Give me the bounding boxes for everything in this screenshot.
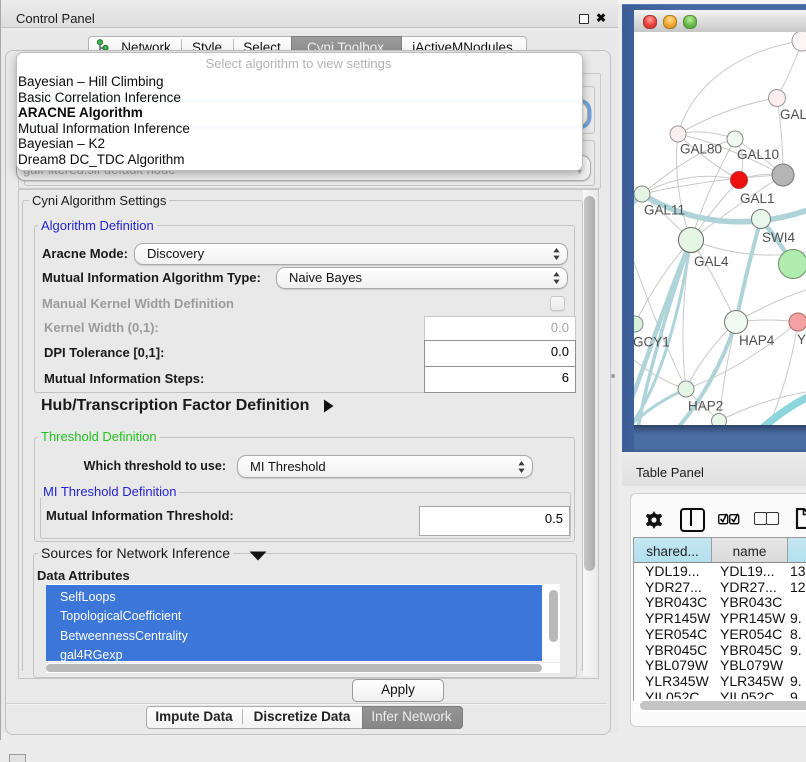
svg-text:GAL11: GAL11: [644, 203, 685, 218]
svg-text:GAL80: GAL80: [680, 142, 722, 157]
svg-text:GAL1: GAL1: [740, 191, 775, 206]
svg-text:GCY1: GCY1: [634, 335, 670, 350]
svg-text:GAL10: GAL10: [737, 147, 779, 162]
svg-text:HAP4: HAP4: [739, 333, 775, 348]
svg-text:HAP2: HAP2: [688, 399, 723, 414]
svg-text:GAL4: GAL4: [694, 254, 729, 269]
svg-text:SWI4: SWI4: [762, 230, 795, 245]
svg-text:Y: Y: [797, 332, 806, 347]
svg-text:GAL: GAL: [780, 107, 806, 122]
